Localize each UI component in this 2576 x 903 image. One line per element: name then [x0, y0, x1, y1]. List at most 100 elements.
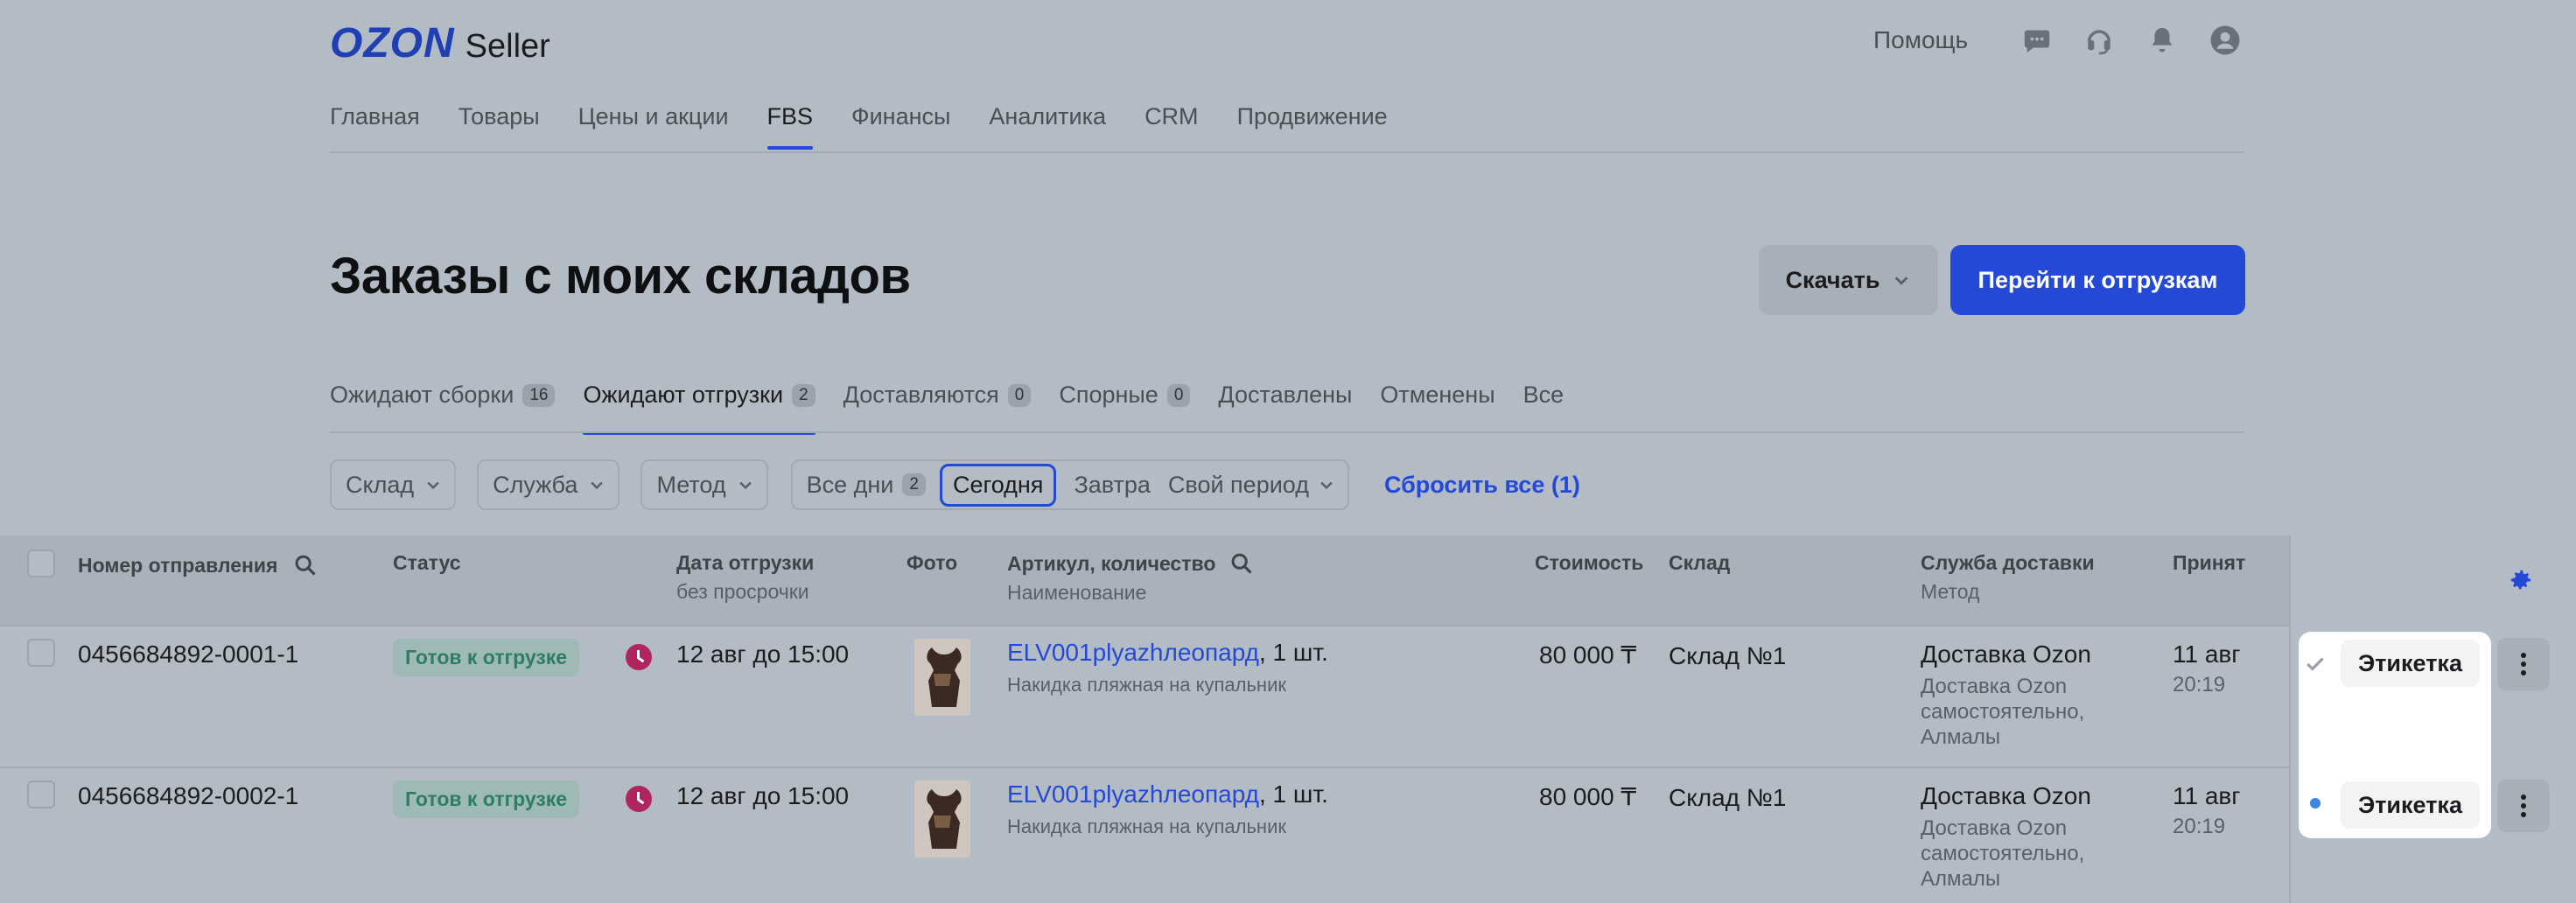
tab-label: Ожидают отгрузки — [583, 382, 784, 408]
account-icon[interactable] — [2209, 24, 2241, 56]
delivery-cell: Доставка Ozon Доставка Ozon самостоятель… — [1921, 782, 2091, 892]
shipment-number-link[interactable]: 0456684892-0001-1 — [78, 640, 298, 668]
service-filter[interactable]: Служба — [477, 459, 620, 510]
filter-label: Склад — [346, 471, 415, 498]
reset-filters-link[interactable]: Сбросить все (1) — [1384, 472, 1580, 499]
warehouse: Склад №1 — [1669, 784, 1787, 811]
th-sub: Наименование — [1007, 581, 1147, 604]
th-sub: без просрочки — [676, 580, 809, 603]
chevron-down-icon — [427, 481, 439, 490]
kebab-icon — [2521, 653, 2526, 676]
tab-label: Доставляются — [843, 382, 999, 408]
row-more-button[interactable] — [2497, 780, 2550, 832]
tab-count-badge: 0 — [1007, 383, 1032, 407]
ship-date: 12 авг до 15:00 — [676, 640, 850, 668]
nav-crm[interactable]: CRM — [1144, 103, 1199, 148]
delivery-method-line: самостоятельно, — [1921, 842, 2085, 865]
tab-label: Спорные — [1059, 382, 1158, 408]
gear-icon[interactable] — [2508, 567, 2534, 598]
logo-seller-text: Seller — [465, 28, 550, 65]
delivery-service: Доставка Ozon — [1921, 782, 2091, 809]
print-label-button[interactable]: Этикетка — [2341, 640, 2480, 687]
date-custom-period[interactable]: Свой период — [1168, 472, 1335, 499]
delivery-cell: Доставка Ozon Доставка Ozon самостоятель… — [1921, 640, 2091, 750]
select-all-checkbox[interactable] — [27, 550, 55, 578]
th-status: Статус — [393, 551, 461, 574]
tab-awaiting-assembly[interactable]: Ожидают сборки 16 — [330, 382, 556, 435]
row-more-button[interactable] — [2497, 638, 2550, 690]
row-checkbox[interactable] — [27, 780, 55, 808]
bell-icon[interactable] — [2146, 24, 2178, 56]
tab-count-badge: 2 — [792, 383, 816, 407]
tab-delivering[interactable]: Доставляются 0 — [844, 382, 1032, 435]
delivery-method-line: Доставка Ozon — [1921, 675, 2068, 698]
search-icon[interactable] — [1229, 551, 1254, 576]
nav-main[interactable]: Главная — [330, 103, 420, 148]
top-navigation: Главная Товары Цены и акции FBS Финансы … — [330, 103, 1426, 150]
nav-divider — [330, 151, 2244, 153]
actions-column-divider — [2289, 536, 2291, 903]
th-label: Номер отправления — [78, 553, 278, 577]
date-tomorrow[interactable]: Завтра — [1074, 472, 1150, 499]
th-shipment-number: Номер отправления — [78, 553, 318, 578]
print-label-button[interactable]: Этикетка — [2341, 781, 2480, 829]
product-photo[interactable] — [914, 780, 970, 858]
status-badge: Готов к отгрузке — [393, 780, 580, 818]
nav-fbs[interactable]: FBS — [766, 103, 813, 150]
delivery-method-line: Алмалы — [1921, 867, 2001, 891]
nav-prices[interactable]: Цены и акции — [578, 103, 729, 148]
status-badge: Готов к отгрузке — [393, 639, 580, 676]
ozon-seller-logo[interactable]: OZON Seller — [330, 19, 550, 67]
th-label: Служба доставки — [1921, 551, 2095, 574]
page-title: Заказы с моих складов — [330, 248, 911, 304]
shipment-number-link[interactable]: 0456684892-0002-1 — [78, 782, 298, 810]
tab-awaiting-shipment[interactable]: Ожидают отгрузки 2 — [583, 382, 816, 435]
tab-disputed[interactable]: Спорные 0 — [1059, 382, 1191, 435]
tabs-divider — [330, 431, 2244, 433]
article-qty: , 1 шт. — [1258, 780, 1328, 808]
th-photo: Фото — [906, 551, 958, 574]
th-sub: Метод — [1921, 580, 1980, 603]
table-row: 0456684892-0001-1 Готов к отгрузке 12 ав… — [0, 626, 2289, 766]
warehouse-filter[interactable]: Склад — [330, 459, 457, 510]
chat-icon[interactable] — [2021, 24, 2053, 56]
headset-icon[interactable] — [2083, 24, 2115, 56]
filters-bar: Склад Служба Метод Все дни 2 Сегодня Зав… — [330, 459, 1580, 510]
accepted-cell: 11 авг 20:19 — [2173, 782, 2241, 839]
go-to-shipments-button[interactable]: Перейти к отгрузкам — [1950, 245, 2245, 315]
ship-date: 12 авг до 15:00 — [676, 782, 850, 809]
chevron-down-icon — [1320, 481, 1333, 490]
download-label: Скачать — [1785, 266, 1880, 293]
clock-icon — [626, 644, 652, 670]
product-photo[interactable] — [914, 639, 970, 716]
accepted-date: 11 авг — [2173, 782, 2241, 809]
nav-products[interactable]: Товары — [458, 103, 540, 148]
accepted-date: 11 авг — [2173, 640, 2241, 668]
nav-analytics[interactable]: Аналитика — [989, 103, 1106, 148]
nav-promotion[interactable]: Продвижение — [1237, 103, 1388, 148]
th-label: Артикул, количество — [1007, 551, 1216, 575]
chevron-down-icon — [1895, 276, 1908, 285]
filter-label: Метод — [656, 471, 726, 498]
nav-finance[interactable]: Финансы — [851, 103, 950, 148]
filter-label: Служба — [493, 471, 578, 498]
tab-cancelled[interactable]: Отменены — [1380, 382, 1494, 435]
date-today[interactable]: Сегодня — [939, 463, 1057, 507]
method-filter[interactable]: Метод — [640, 459, 768, 510]
article-link[interactable]: ELV001plyazhлеопард — [1007, 639, 1259, 666]
cost: 80 000 ₸ — [1539, 783, 1637, 810]
tab-all[interactable]: Все — [1523, 382, 1564, 435]
article-link[interactable]: ELV001plyazhлеопард — [1007, 780, 1259, 808]
row-checkbox[interactable] — [27, 639, 55, 667]
check-icon — [2304, 653, 2327, 680]
th-article: Артикул, количество Наименование — [1007, 551, 1254, 605]
status-tabs: Ожидают сборки 16 Ожидают отгрузки 2 Дос… — [330, 382, 1592, 435]
clock-icon — [626, 786, 652, 812]
help-link[interactable]: Помощь — [1873, 26, 1968, 54]
search-icon[interactable] — [293, 553, 318, 578]
delivery-service: Доставка Ozon — [1921, 640, 2091, 668]
date-all-days[interactable]: Все дни 2 — [807, 472, 926, 499]
th-accepted: Принят — [2173, 551, 2246, 574]
download-button[interactable]: Скачать — [1759, 245, 1938, 315]
tab-delivered[interactable]: Доставлены — [1218, 382, 1352, 435]
